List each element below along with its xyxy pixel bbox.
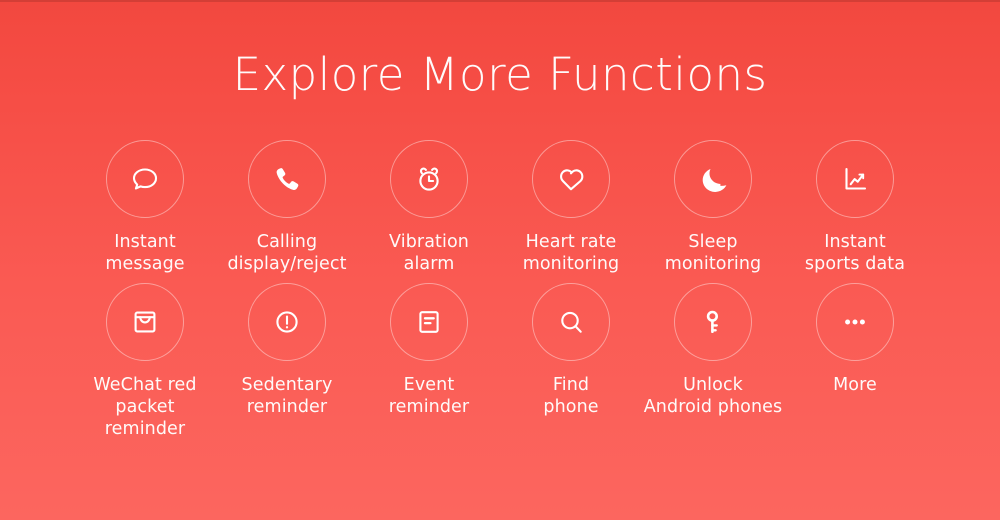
feature-event-reminder[interactable]: Event reminder xyxy=(358,283,500,440)
line-chart-icon xyxy=(835,159,875,199)
feature-unlock-android-phones[interactable]: Unlock Android phones xyxy=(642,283,784,440)
key-icon xyxy=(693,302,733,342)
explore-more-functions-page: Explore More Functions Instant message C… xyxy=(0,0,1000,520)
feature-label: Sedentary reminder xyxy=(241,375,333,417)
icon-ring xyxy=(532,283,610,361)
envelope-icon xyxy=(125,302,165,342)
feature-heart-rate-monitoring[interactable]: Heart rate monitoring xyxy=(500,140,642,275)
crescent-moon-icon xyxy=(693,159,733,199)
icon-ring xyxy=(390,283,468,361)
feature-label: Vibration alarm xyxy=(389,232,469,274)
icon-ring xyxy=(106,140,184,218)
feature-label: Find phone xyxy=(543,375,599,417)
feature-label: Calling display/reject xyxy=(227,232,347,274)
feature-grid-row-1: Instant message Calling display/reject V… xyxy=(0,140,1000,275)
feature-sleep-monitoring[interactable]: Sleep monitoring xyxy=(642,140,784,275)
feature-label: WeChat red packet reminder xyxy=(93,375,197,439)
phone-call-icon xyxy=(267,159,307,199)
magnifier-icon xyxy=(551,302,591,342)
feature-label: Instant message xyxy=(105,232,185,274)
feature-more[interactable]: More xyxy=(784,283,926,440)
icon-ring xyxy=(816,140,894,218)
feature-label: Unlock Android phones xyxy=(643,375,783,417)
feature-calling-display-reject[interactable]: Calling display/reject xyxy=(216,140,358,275)
icon-ring xyxy=(674,140,752,218)
feature-wechat-red-packet-reminder[interactable]: WeChat red packet reminder xyxy=(74,283,216,440)
feature-find-phone[interactable]: Find phone xyxy=(500,283,642,440)
feature-vibration-alarm[interactable]: Vibration alarm xyxy=(358,140,500,275)
icon-ring xyxy=(674,283,752,361)
exclamation-circle-icon xyxy=(267,302,307,342)
feature-label: More xyxy=(833,375,877,395)
speech-bubble-icon xyxy=(125,159,165,199)
icon-ring xyxy=(248,283,326,361)
feature-sedentary-reminder[interactable]: Sedentary reminder xyxy=(216,283,358,440)
page-title: Explore More Functions xyxy=(232,48,768,101)
icon-ring xyxy=(816,283,894,361)
icon-ring xyxy=(390,140,468,218)
icon-ring xyxy=(248,140,326,218)
document-note-icon xyxy=(409,302,449,342)
feature-instant-message[interactable]: Instant message xyxy=(74,140,216,275)
feature-grid-row-2: WeChat red packet reminder Sedentary rem… xyxy=(0,283,1000,440)
feature-label: Sleep monitoring xyxy=(664,232,762,274)
alarm-clock-icon xyxy=(409,159,449,199)
feature-instant-sports-data[interactable]: Instant sports data xyxy=(784,140,926,275)
feature-label: Event reminder xyxy=(388,375,470,417)
feature-label: Heart rate monitoring xyxy=(522,232,620,274)
heart-icon xyxy=(551,159,591,199)
feature-label: Instant sports data xyxy=(804,232,906,274)
icon-ring xyxy=(106,283,184,361)
ellipsis-icon xyxy=(835,302,875,342)
icon-ring xyxy=(532,140,610,218)
